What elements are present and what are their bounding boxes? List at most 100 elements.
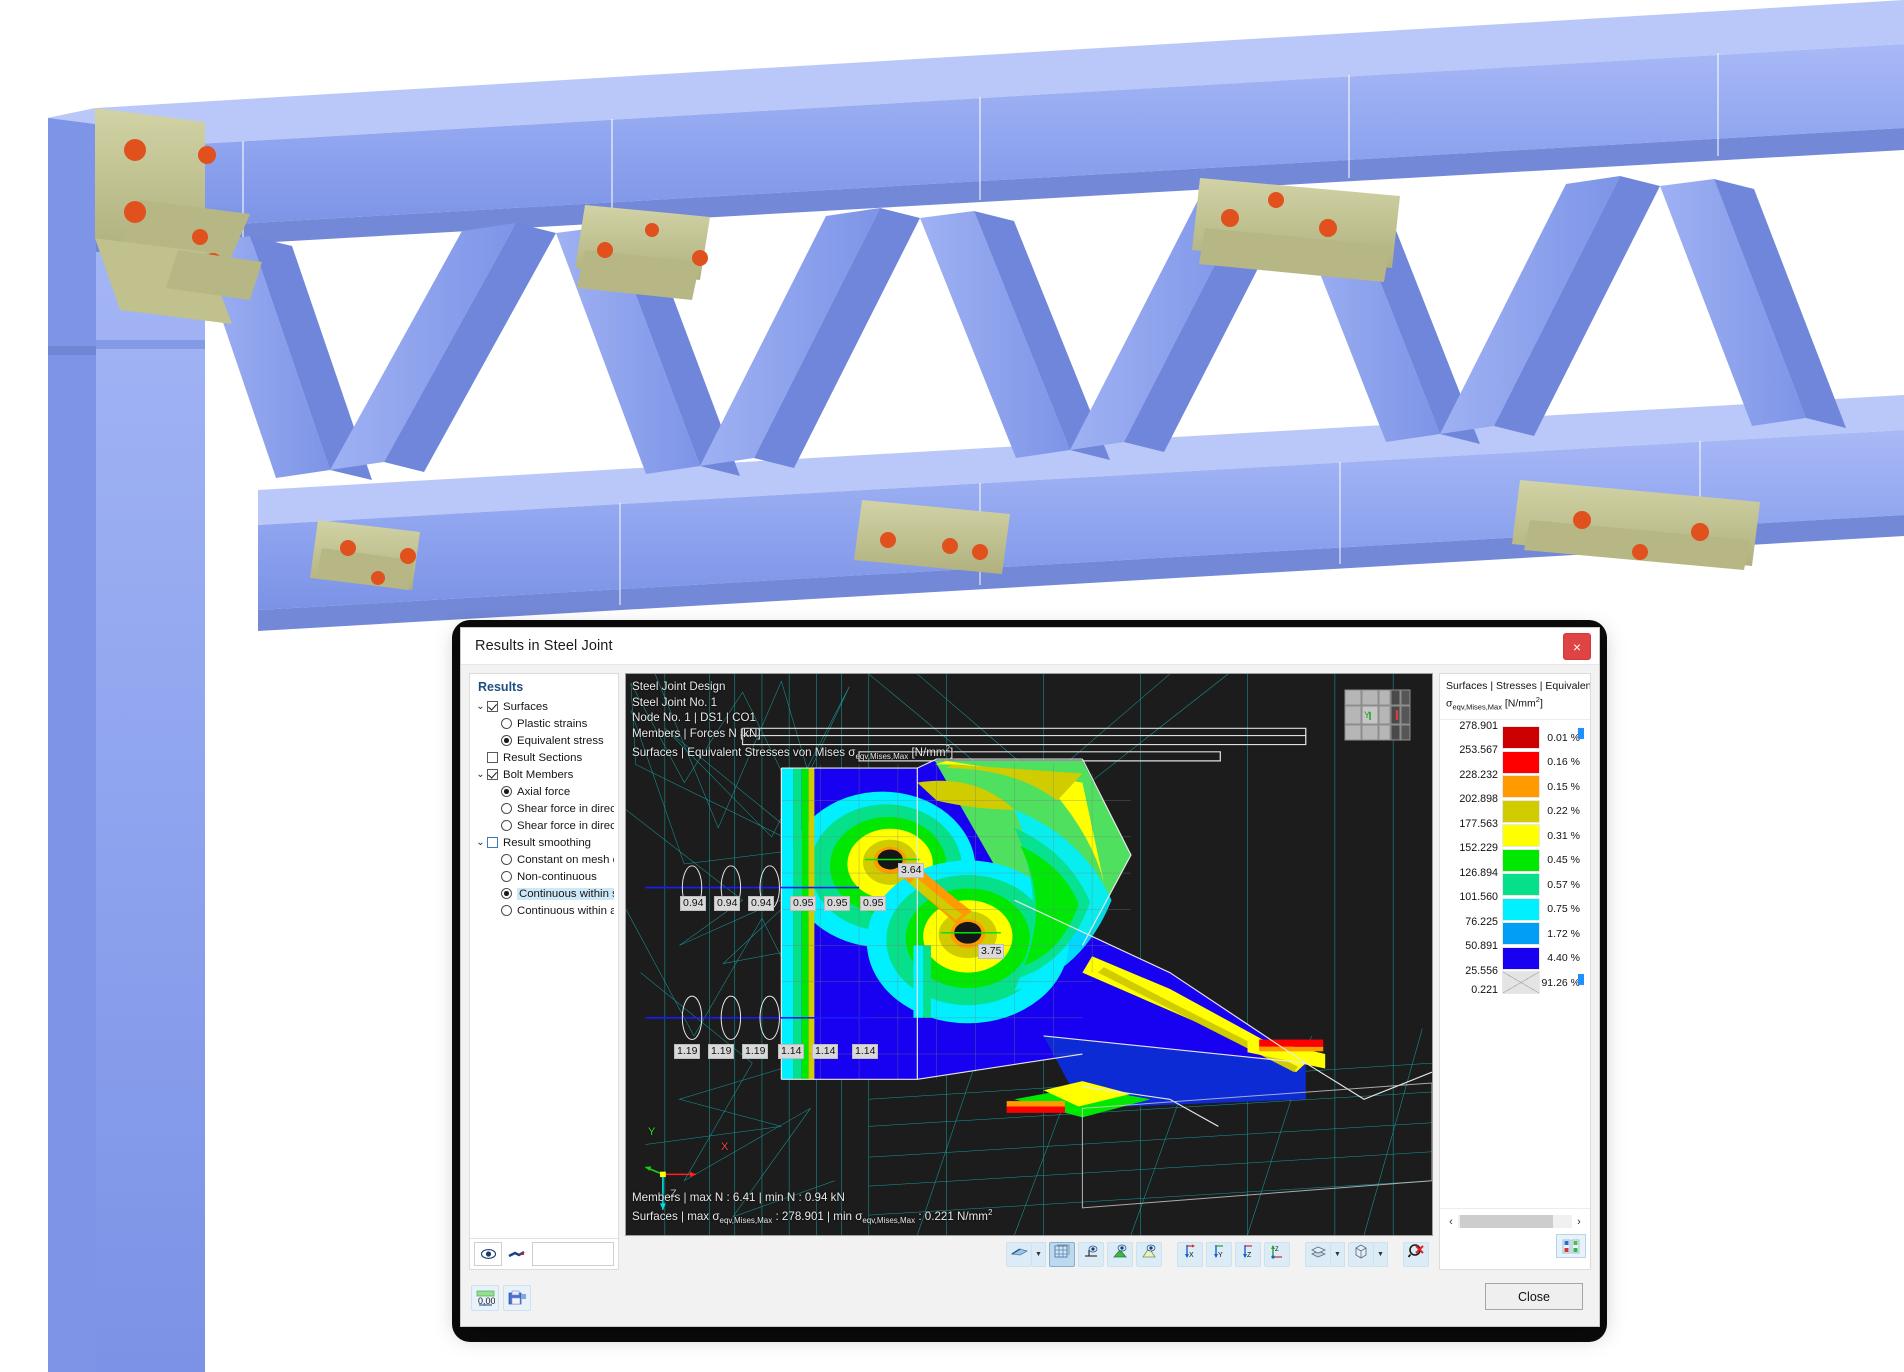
results-tree[interactable]: ⌄ Surfaces Plastic strains Equivalent stres…: [470, 698, 618, 1238]
tree-item-shear-force-in-directi[interactable]: Shear force in directi…: [474, 817, 614, 834]
tree-radio[interactable]: [501, 718, 512, 729]
chevron-down-icon[interactable]: ⌄: [474, 769, 487, 780]
tree-checkbox[interactable]: [487, 837, 498, 848]
steel-joint-3d-viewport[interactable]: X Y Z Y Steel Joint Design Steel Joint N…: [625, 673, 1433, 1236]
tree-radio[interactable]: [501, 735, 512, 746]
legend-value: 152.229: [1459, 842, 1498, 855]
tree-item-continuous-within-su[interactable]: Continuous within su…: [474, 885, 614, 902]
legend-percent: 0.57 %: [1547, 878, 1580, 891]
force-tag: 0.95: [790, 896, 817, 911]
chevron-left-icon[interactable]: ‹: [1444, 1216, 1458, 1228]
wireframe-button[interactable]: [1049, 1241, 1075, 1267]
chevron-down-icon[interactable]: ⌄: [474, 701, 487, 712]
view-in-y-button[interactable]: Y: [1206, 1241, 1232, 1267]
numeric-format-icon[interactable]: 0,00: [471, 1285, 499, 1311]
legend-swatch[interactable]: [1502, 799, 1540, 823]
legend-scroll-track[interactable]: [1458, 1215, 1572, 1228]
legend-value: 278.901: [1459, 719, 1498, 732]
tree-item-label: Plastic strains: [517, 717, 588, 730]
render-mode-button[interactable]: [1006, 1241, 1032, 1267]
tree-item-plastic-strains[interactable]: Plastic strains: [474, 715, 614, 732]
tree-radio[interactable]: [501, 888, 512, 899]
legend-swatch[interactable]: [1502, 971, 1540, 995]
force-tag: 1.14: [812, 1044, 839, 1059]
legend-scale[interactable]: 278.901 0.01 % 253.567 0.16 % 228.232 0.15 % 2…: [1440, 720, 1590, 1208]
printout-icon[interactable]: [503, 1285, 531, 1311]
legend-percent: 0.31 %: [1547, 829, 1580, 842]
deformation-icon[interactable]: [502, 1242, 530, 1266]
legend-sigma-sub: eqv,Mises,Max: [1452, 702, 1502, 712]
legend-panel: Surfaces | Stresses | Equivalent St σeqv…: [1439, 673, 1591, 1270]
tree-item-shear-force-in-directi[interactable]: Shear force in directi…: [474, 800, 614, 817]
view-in-z-button[interactable]: Z: [1235, 1241, 1261, 1267]
legend-settings-icon[interactable]: [1556, 1234, 1586, 1258]
tree-item-constant-on-mesh-el[interactable]: Constant on mesh el…: [474, 851, 614, 868]
eye-icon[interactable]: [474, 1242, 502, 1266]
axis-x-icon: X: [1182, 1244, 1198, 1264]
legend-swatch[interactable]: [1502, 848, 1540, 872]
support-view-button[interactable]: [1078, 1241, 1104, 1267]
tree-item-label: Shear force in directi…: [517, 819, 614, 832]
tree-checkbox[interactable]: [487, 701, 498, 712]
tree-item-result-sections[interactable]: Result Sections: [474, 749, 614, 766]
tree-item-surfaces[interactable]: ⌄ Surfaces: [474, 698, 614, 715]
tree-item-result-smoothing[interactable]: ⌄ Result smoothing: [474, 834, 614, 851]
tree-item-label: Constant on mesh el…: [517, 853, 614, 866]
chevron-down-icon[interactable]: ▼: [1331, 1241, 1345, 1267]
legend-marker-min[interactable]: [1578, 973, 1584, 985]
tree-item-continuous-within-all[interactable]: Continuous within all…: [474, 902, 614, 919]
close-button[interactable]: Close: [1485, 1283, 1583, 1310]
legend-percent: 0.15 %: [1547, 780, 1580, 793]
view-cube-icon[interactable]: Y: [1344, 688, 1418, 744]
tree-item-equivalent-stress[interactable]: Equivalent stress: [474, 732, 614, 749]
legend-swatch[interactable]: [1502, 946, 1540, 970]
legend-percent: 0.45 %: [1547, 854, 1580, 867]
chevron-down-icon[interactable]: ▼: [1374, 1241, 1388, 1267]
dialog-footer: 0,00 Close: [461, 1270, 1599, 1326]
clear-results-button[interactable]: [1403, 1241, 1429, 1267]
legend-swatch[interactable]: [1502, 726, 1540, 750]
results-panel-footer: [470, 1238, 618, 1269]
legend-value: 50.891: [1465, 940, 1498, 953]
tree-item-non-continuous[interactable]: Non-continuous: [474, 868, 614, 885]
view-isometric-button[interactable]: Z: [1264, 1241, 1290, 1267]
tree-radio[interactable]: [501, 820, 512, 831]
legend-swatch[interactable]: [1502, 922, 1540, 946]
tree-checkbox[interactable]: [487, 769, 498, 780]
results-footer-field[interactable]: [532, 1242, 614, 1266]
close-icon[interactable]: ×: [1563, 633, 1591, 660]
load-view-button-group: [1107, 1241, 1133, 1267]
chevron-right-icon[interactable]: ›: [1572, 1216, 1586, 1228]
perspective-button[interactable]: [1348, 1241, 1374, 1267]
view-in-x-button-group: X: [1177, 1241, 1203, 1267]
tree-item-axial-force[interactable]: Axial force: [474, 783, 614, 800]
legend-scrollbar[interactable]: ‹ ›: [1444, 1213, 1586, 1230]
tree-radio[interactable]: [501, 803, 512, 814]
tree-item-bolt-members[interactable]: ⌄ Bolt Members: [474, 766, 614, 783]
force-tag: 1.19: [708, 1044, 735, 1059]
section-button[interactable]: [1305, 1241, 1331, 1267]
legend-swatch[interactable]: [1502, 897, 1540, 921]
legend-swatch[interactable]: [1502, 750, 1540, 774]
results-in-steel-joint-dialog: Results in Steel Joint × Results ⌄ Surfac…: [460, 627, 1600, 1327]
view-in-x-button[interactable]: X: [1177, 1241, 1203, 1267]
wireframe-button-group: [1049, 1241, 1075, 1267]
chevron-down-icon[interactable]: ▼: [1032, 1241, 1046, 1267]
load-view-button[interactable]: [1107, 1241, 1133, 1267]
legend-swatch[interactable]: [1502, 775, 1540, 799]
tree-checkbox[interactable]: [487, 752, 498, 763]
tree-radio[interactable]: [501, 871, 512, 882]
legend-scroll-thumb[interactable]: [1460, 1215, 1554, 1228]
tree-radio[interactable]: [501, 905, 512, 916]
force-tag: 0.94: [714, 896, 741, 911]
chevron-down-icon[interactable]: ⌄: [474, 837, 487, 848]
legend-swatch[interactable]: [1502, 873, 1540, 897]
tree-radio[interactable]: [501, 786, 512, 797]
tree-radio[interactable]: [501, 854, 512, 865]
legend-marker-max[interactable]: [1578, 727, 1584, 739]
legend-value: 0.221: [1471, 984, 1498, 997]
legend-swatch[interactable]: [1502, 824, 1540, 848]
render-mode-button-group: ▼: [1006, 1241, 1046, 1267]
tree-item-label: Continuous within all…: [517, 904, 614, 917]
surface-view-button[interactable]: [1136, 1241, 1162, 1267]
